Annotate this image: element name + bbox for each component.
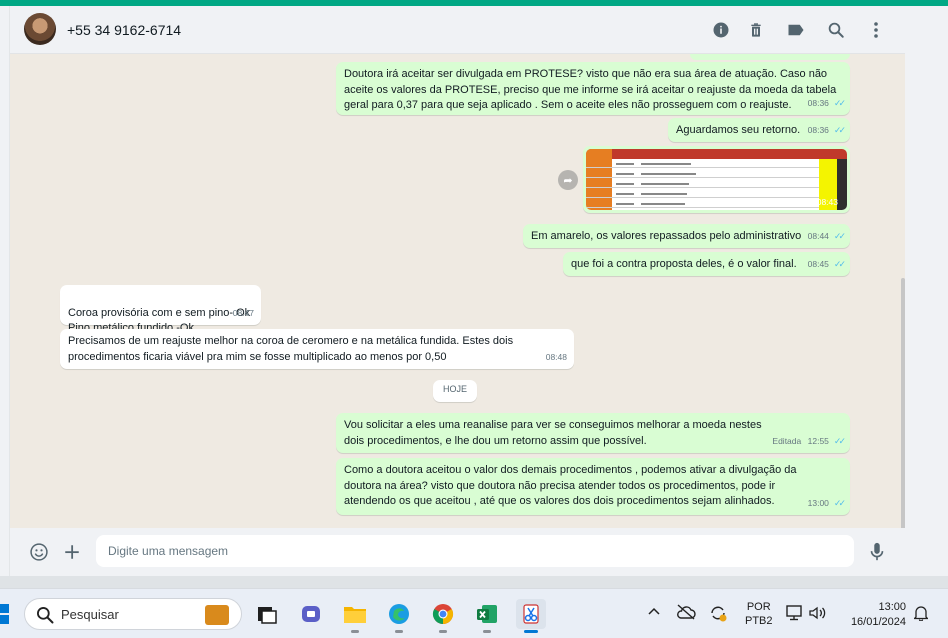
search-icon	[37, 607, 54, 624]
trash-icon[interactable]	[746, 20, 766, 40]
clock-time: 13:00	[878, 601, 906, 613]
chrome-icon[interactable]	[428, 599, 458, 633]
chevron-up-icon[interactable]	[648, 606, 660, 619]
message-bubble[interactable]: Em amarelo, os valores repassados pelo a…	[523, 224, 850, 248]
running-indicator	[351, 630, 359, 633]
message-time: 08:45	[807, 258, 829, 269]
message-meta: 08:36 ✓✓	[807, 123, 846, 139]
message-text: que foi a contra proposta deles, é o val…	[571, 258, 797, 270]
message-time: 08:36	[807, 124, 829, 135]
running-indicator	[439, 630, 447, 633]
message-bubble[interactable]: Aguardamos seu retorno. 08:36 ✓✓	[668, 118, 850, 142]
image-message[interactable]: 08:43	[583, 146, 850, 213]
contact-name[interactable]: +55 34 9162-6714	[67, 22, 181, 38]
message-bubble[interactable]: que foi a contra proposta deles, é o val…	[563, 252, 850, 276]
message-meta: 08:36 ✓✓	[807, 96, 846, 112]
message-input[interactable]	[96, 535, 854, 567]
message-bubble[interactable]: Doutora irá aceitar ser divulgada em PRO…	[336, 62, 850, 115]
left-panel-edge	[0, 6, 10, 576]
message-meta: Editada 12:55 ✓✓	[772, 434, 846, 450]
message-time: 08:36	[807, 97, 829, 108]
message-text: Como a doutora aceitou o valor dos demai…	[344, 464, 797, 507]
message-meta: 08:44 ✓✓	[807, 229, 846, 245]
plus-icon[interactable]	[61, 541, 83, 563]
notification-bell-icon[interactable]	[912, 605, 930, 624]
search-icon[interactable]	[826, 20, 846, 40]
message-meta: 08:47	[233, 306, 254, 322]
read-ticks-icon: ✓✓	[833, 435, 846, 446]
taskbar: Pesquisar POR PTB2 13:00 16/01/2024	[0, 588, 948, 638]
message-meta: 08:45 ✓✓	[807, 257, 846, 273]
search-label: Pesquisar	[61, 607, 119, 622]
message-meta: 08:48	[546, 350, 567, 366]
read-ticks-icon: ✓✓	[833, 124, 846, 135]
edge-icon[interactable]	[384, 599, 414, 633]
read-ticks-icon: ✓✓	[833, 258, 846, 269]
message-bubble[interactable]: Coroa provisória com e sem pino- Ok Pino…	[60, 285, 261, 334]
message-text: Em amarelo, os valores repassados pelo a…	[531, 230, 802, 242]
right-panel-edge	[905, 6, 948, 576]
volume-icon[interactable]	[808, 605, 826, 624]
emoji-icon[interactable]	[28, 541, 50, 563]
message-time: 08:47	[232, 307, 254, 318]
clock[interactable]: 13:00 16/01/2024	[842, 600, 906, 630]
keyboard-layout: PTB2	[745, 615, 773, 627]
language-code: POR	[746, 601, 771, 613]
snipping-tool-icon[interactable]	[516, 599, 546, 633]
chat-window: +55 34 9162-6714 Doutora irá aceitar ser…	[10, 6, 905, 576]
avatar[interactable]	[24, 13, 56, 45]
running-indicator	[524, 630, 538, 633]
composer-bar	[10, 528, 905, 576]
briefcase-icon	[205, 605, 229, 625]
previous-message-edge	[690, 54, 850, 60]
message-time: 08:48	[545, 351, 567, 362]
read-ticks-icon: ✓✓	[833, 230, 846, 241]
teams-icon[interactable]	[296, 599, 326, 629]
message-time: 08:43	[816, 197, 838, 207]
spreadsheet-image[interactable]	[586, 149, 847, 210]
read-ticks-icon: ✓✓	[833, 497, 846, 508]
edited-label: Editada	[772, 435, 802, 446]
cloud-offline-icon[interactable]	[676, 604, 696, 623]
input-language[interactable]: POR PTB2	[745, 600, 773, 628]
message-time: 08:44	[807, 230, 829, 241]
menu-icon[interactable]	[866, 20, 886, 40]
day-separator: HOJE	[433, 380, 478, 402]
message-text: Doutora irá aceitar ser divulgada em PRO…	[344, 68, 837, 111]
chat-scrollbar[interactable]	[901, 278, 905, 528]
running-indicator	[395, 630, 403, 633]
sync-icon[interactable]	[708, 604, 728, 625]
excel-icon[interactable]	[472, 599, 502, 633]
info-icon[interactable]	[711, 20, 731, 40]
display-icon[interactable]	[786, 605, 804, 624]
label-icon[interactable]	[786, 20, 806, 40]
chat-header: +55 34 9162-6714	[10, 6, 905, 54]
message-text: Vou solicitar a eles uma reanalise para …	[344, 419, 762, 447]
clock-date: 16/01/2024	[850, 616, 906, 628]
running-indicator	[483, 630, 491, 633]
message-time: 12:55	[807, 435, 829, 446]
forward-icon[interactable]: ➦	[558, 170, 578, 190]
message-bubble[interactable]: Vou solicitar a eles uma reanalise para …	[336, 413, 850, 453]
message-text: Precisamos de um reajuste melhor na coro…	[68, 335, 514, 363]
read-ticks-icon: ✓✓	[833, 97, 846, 108]
message-meta: 13:00 ✓✓	[807, 496, 846, 512]
message-list[interactable]: Doutora irá aceitar ser divulgada em PRO…	[10, 54, 905, 528]
message-bubble[interactable]: Como a doutora aceitou o valor dos demai…	[336, 458, 850, 515]
task-view-icon[interactable]	[252, 599, 282, 629]
message-time: 13:00	[807, 497, 829, 508]
message-bubble[interactable]: Precisamos de um reajuste melhor na coro…	[60, 329, 574, 369]
taskbar-search[interactable]: Pesquisar	[24, 598, 242, 630]
microphone-icon[interactable]	[866, 541, 888, 563]
file-explorer-icon[interactable]	[340, 599, 370, 633]
start-button[interactable]	[0, 604, 10, 624]
